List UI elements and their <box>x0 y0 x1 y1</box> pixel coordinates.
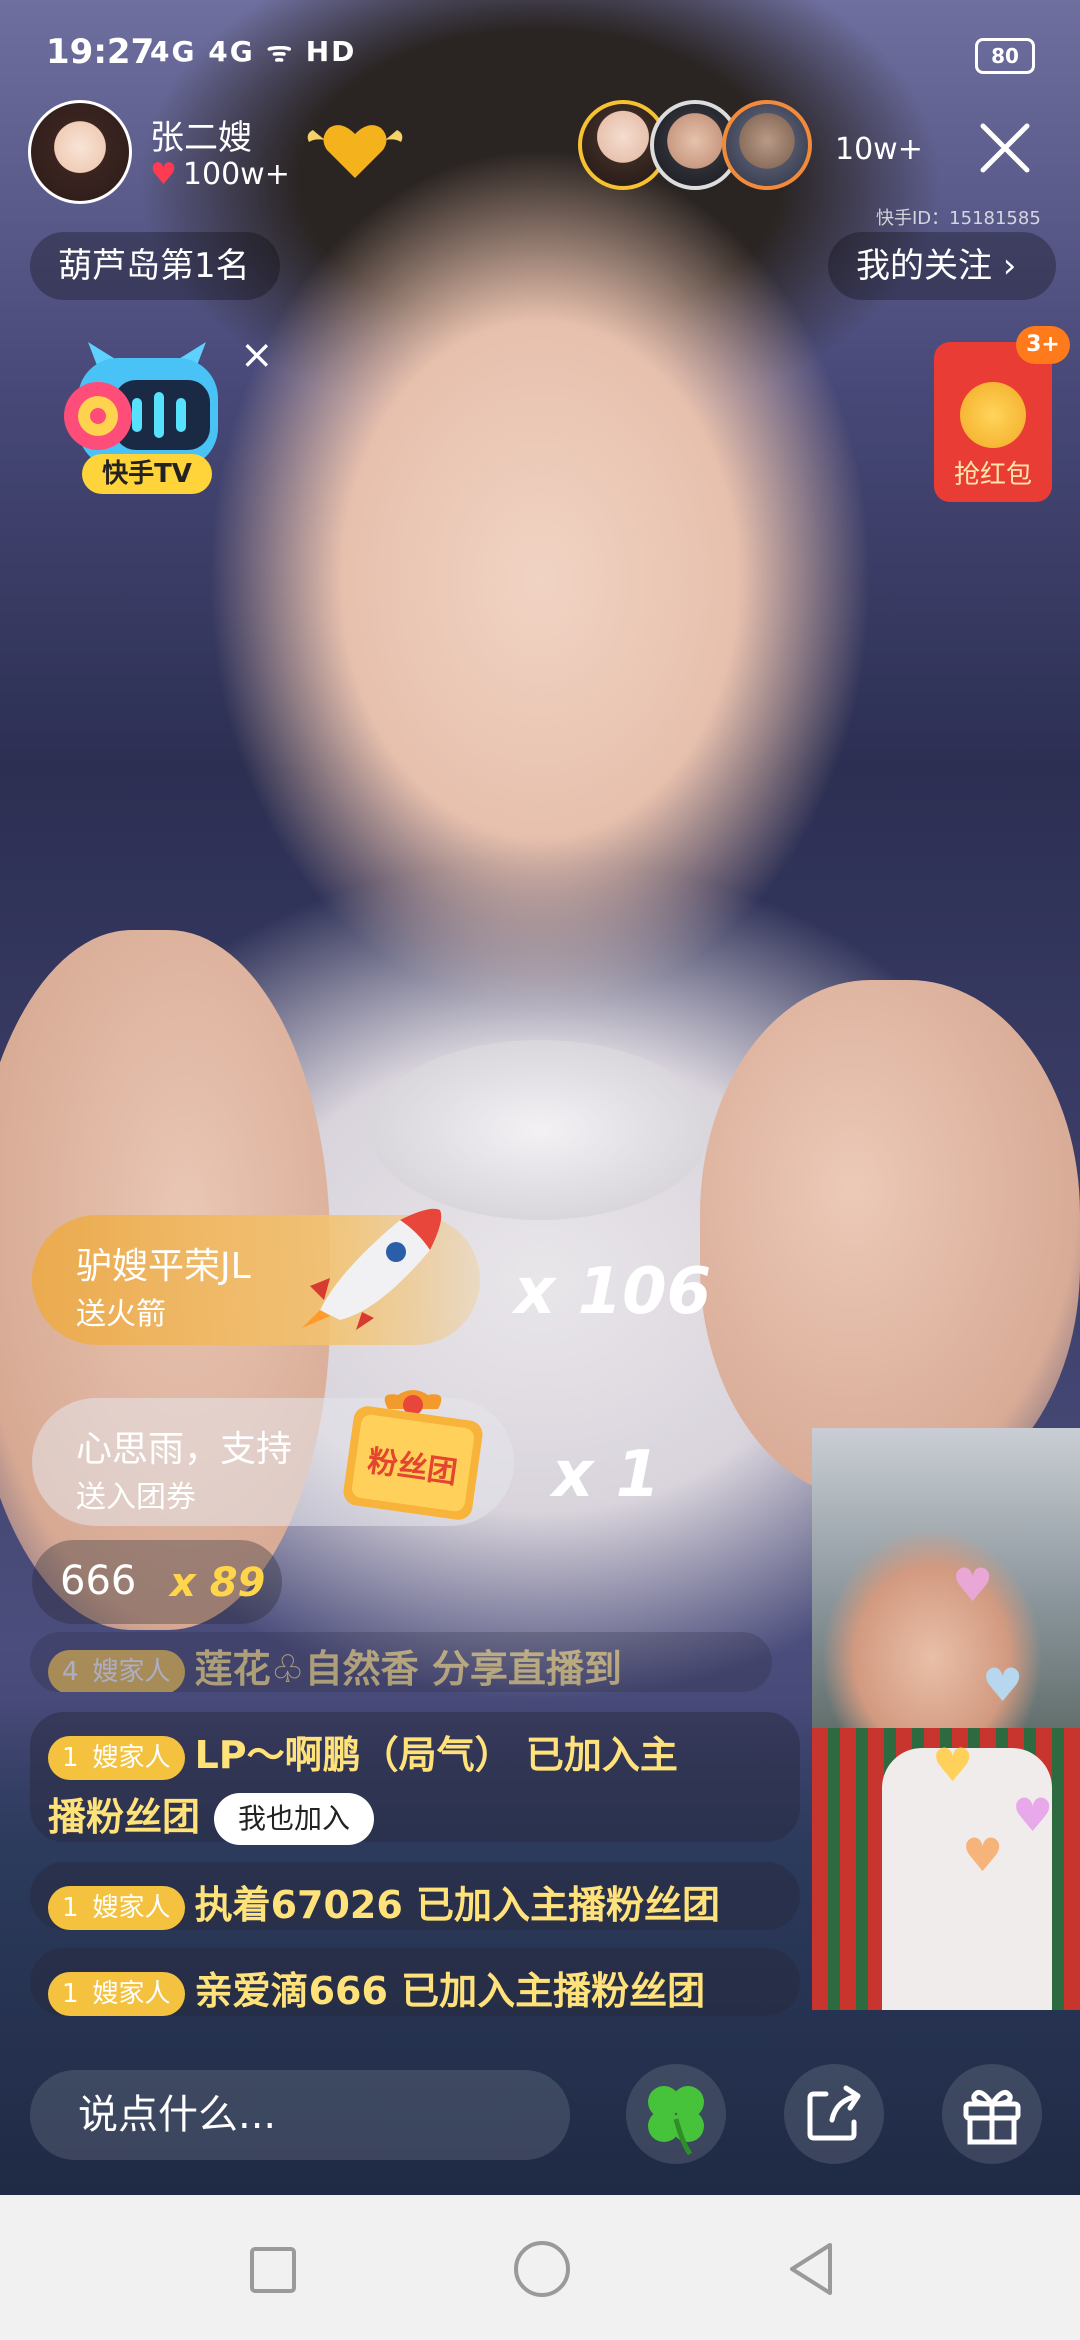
combo-multiplier: x 89 <box>170 1560 266 1606</box>
floating-heart-icon: ♥ <box>962 1828 1004 1882</box>
ktv-label: 快手TV <box>102 459 192 489</box>
co-host-video[interactable]: ♥ ♥ ♥ ♥ ♥ <box>812 1428 1080 2010</box>
share-icon <box>807 2085 861 2141</box>
fan-badge: 1 嫂家人 <box>48 1971 185 2016</box>
rocket-icon <box>302 1208 442 1330</box>
gift-multiplier: x 1 <box>552 1438 661 1512</box>
host-info[interactable]: 张二嫂 ♥ 100w+ <box>28 100 328 204</box>
chat-text: 亲爱滴666 已加入主播粉丝团 <box>194 1969 706 2013</box>
clover-button[interactable] <box>626 2064 726 2164</box>
chat-text: 执着67026 已加入主播粉丝团 <box>194 1883 720 1927</box>
gift-multiplier: x 106 <box>514 1255 712 1329</box>
chat-message: 1 嫂家人 亲爱滴666 已加入主播粉丝团 <box>30 1948 800 2016</box>
clover-icon <box>648 2086 704 2156</box>
chat-message: 1 嫂家人 执着67026 已加入主播粉丝团 <box>30 1862 800 1930</box>
fan-group-ticket-icon: 粉丝团 <box>343 1390 483 1520</box>
fan-level: 4 <box>62 1656 79 1687</box>
comment-input[interactable]: 说点什么... <box>30 2070 570 2160</box>
viewer-avatar[interactable] <box>722 100 812 190</box>
video-hand-right <box>700 980 1080 1500</box>
gift-sender: 驴嫂平荣JL <box>76 1246 251 1287</box>
signal-icon: 4G 4G <box>150 35 255 68</box>
kuaishou-id: 快手ID：15181585 <box>876 208 1041 229</box>
share-button[interactable] <box>784 2064 884 2164</box>
host-name: 张二嫂 <box>150 118 252 158</box>
rank-pill[interactable]: 葫芦岛第1名 <box>30 232 280 300</box>
host-likes-count: 100w+ <box>182 157 290 192</box>
red-packet-label: 抢红包 <box>953 460 1032 490</box>
fan-badge: 1 嫂家人 <box>48 1735 185 1780</box>
heart-icon: ♥ <box>150 157 177 192</box>
recents-icon[interactable] <box>250 2247 296 2293</box>
network-label: HD <box>305 35 357 68</box>
fan-level: 1 <box>62 1892 79 1923</box>
gold-heart-icon[interactable] <box>305 112 405 182</box>
gift-action: 送入团券 <box>76 1480 196 1515</box>
video-collar <box>370 1040 710 1220</box>
fan-level: 1 <box>62 1978 79 2009</box>
close-icon[interactable] <box>975 118 1035 178</box>
combo-comment: 666 x 89 <box>32 1540 282 1624</box>
combo-text: 666 <box>60 1558 137 1604</box>
chat-message: 1 嫂家人 LP～啊鹏（局气） 已加入主 播粉丝团 我也加入 <box>30 1712 800 1845</box>
system-navigation-bar <box>0 2195 1080 2340</box>
fan-badge: 4 嫂家人 <box>48 1649 185 1692</box>
chat-text: 莲花♧自然香 分享直播到 <box>194 1647 622 1691</box>
chat-message: 4 嫂家人 莲花♧自然香 分享直播到 <box>30 1632 772 1692</box>
status-bar: 19:27 4G 4G ᯤ HD 80 <box>0 0 1080 105</box>
floating-heart-icon: ♥ <box>982 1658 1024 1712</box>
status-time: 19:27 <box>46 32 155 72</box>
battery-icon: 80 <box>975 38 1035 74</box>
fan-tag: 嫂家人 <box>92 1742 171 1773</box>
follow-pill[interactable]: 我的关注 › <box>828 232 1056 300</box>
gift-action: 送火箭 <box>76 1297 166 1332</box>
home-icon[interactable] <box>514 2241 570 2297</box>
top-viewers[interactable] <box>578 100 812 194</box>
fan-tag: 嫂家人 <box>92 1892 171 1923</box>
fan-tag: 嫂家人 <box>92 1656 171 1687</box>
gift-button[interactable] <box>942 2064 1042 2164</box>
viewer-count[interactable]: 10w+ <box>835 132 923 167</box>
chat-text: LP～啊鹏（局气） 已加入主 <box>194 1733 678 1777</box>
red-packet-button[interactable]: 3+ 抢红包 <box>934 326 1070 502</box>
fan-level: 1 <box>62 1742 79 1773</box>
floating-heart-icon: ♥ <box>952 1558 994 1612</box>
wifi-icon: ᯤ <box>266 35 306 68</box>
gift-icon <box>963 2089 1021 2145</box>
fan-tag: 嫂家人 <box>92 1978 171 2009</box>
floating-heart-icon: ♥ <box>932 1738 974 1792</box>
fan-badge: 1 嫂家人 <box>48 1885 185 1930</box>
kuaishou-tv-icon[interactable]: 快手TV <box>58 338 236 498</box>
red-packet-badge: 3+ <box>1016 326 1070 364</box>
floating-heart-icon: ♥ <box>1012 1788 1054 1842</box>
join-fan-group-button[interactable]: 我也加入 <box>214 1793 375 1845</box>
host-likes: ♥ 100w+ <box>150 157 290 192</box>
host-avatar[interactable] <box>28 100 132 204</box>
red-packet-coin-icon <box>960 382 1026 448</box>
ktv-close-icon[interactable]: × <box>240 332 274 378</box>
chat-text: 播粉丝团 <box>48 1794 201 1839</box>
gift-sender: 心思雨，支持 <box>76 1429 293 1470</box>
back-icon[interactable] <box>786 2241 836 2297</box>
status-signal-icons: 4G 4G ᯤ HD <box>150 32 356 70</box>
